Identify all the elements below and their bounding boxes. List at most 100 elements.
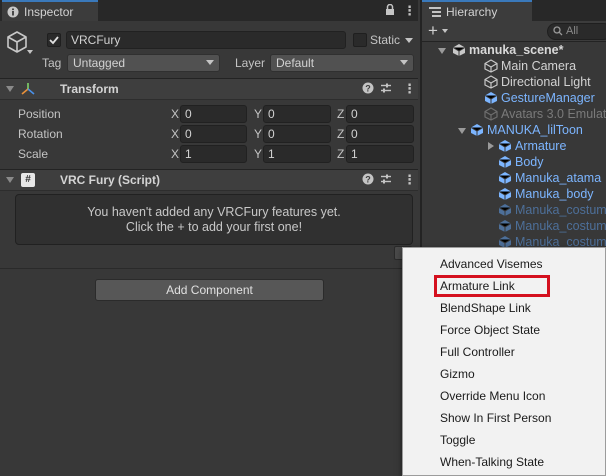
active-checkbox[interactable]: [47, 33, 61, 47]
hierarchy-item-label: Avatars 3.0 Emulat: [501, 107, 606, 121]
object-name-field[interactable]: VRCFury: [66, 31, 346, 49]
menu-item-when-talking-state[interactable]: When-Talking State: [440, 452, 544, 472]
inspector-tabbar: Inspector ⋮: [0, 0, 418, 21]
transform-title: Transform: [60, 82, 119, 96]
component-menu-icon[interactable]: ⋮: [403, 81, 416, 97]
presets-icon[interactable]: [380, 173, 392, 188]
axis-x-label: X: [171, 127, 180, 141]
hierarchy-item[interactable]: Armature: [488, 138, 566, 154]
position-y-field[interactable]: 0: [263, 105, 331, 123]
position-z-field[interactable]: 0: [346, 105, 414, 123]
hierarchy-item-label: Body: [515, 155, 544, 169]
scale-x-field[interactable]: 1: [180, 145, 247, 163]
static-dropdown-caret[interactable]: [405, 38, 413, 43]
tag-dropdown[interactable]: Untagged: [67, 54, 220, 72]
layer-dropdown[interactable]: Default: [270, 54, 414, 72]
hierarchy-item-label: Directional Light: [501, 75, 591, 89]
hierarchy-item[interactable]: manuka_scene*: [438, 42, 564, 61]
expand-arrow-icon[interactable]: [458, 128, 466, 134]
static-label: Static: [370, 33, 401, 47]
hierarchy-item[interactable]: Directional Light: [484, 74, 591, 90]
menu-item-show-in-first-person[interactable]: Show In First Person: [440, 408, 551, 428]
chevron-down-icon: [206, 60, 214, 65]
chevron-down-icon[interactable]: [442, 29, 448, 33]
gameobject-icon: [6, 30, 28, 57]
transform-header[interactable]: Transform ? ⋮: [0, 78, 418, 100]
menu-item-armature-link[interactable]: Armature Link: [440, 276, 515, 296]
hierarchy-item-label: Manuka_body: [515, 187, 594, 201]
script-icon: #: [21, 173, 35, 187]
hierarchy-item-label: GestureManager: [501, 91, 595, 105]
foldout-icon[interactable]: [6, 86, 14, 92]
vrcfury-title: VRC Fury (Script): [60, 173, 161, 187]
search-placeholder: All: [566, 25, 579, 37]
unity-scene-icon: [452, 43, 466, 61]
position-x-field[interactable]: 0: [180, 105, 247, 123]
menu-item-force-object-state[interactable]: Force Object State: [440, 320, 540, 340]
create-plus-icon[interactable]: +: [428, 21, 438, 41]
foldout-icon[interactable]: [6, 177, 14, 183]
menu-item-full-controller[interactable]: Full Controller: [440, 342, 515, 362]
tab-inspector[interactable]: Inspector: [2, 0, 98, 21]
axis-z-label: Z: [337, 107, 345, 121]
inspector-panel: Inspector ⋮ VRCFury Static Tag Untagged …: [0, 0, 418, 476]
svg-text:?: ?: [365, 83, 371, 93]
tab-inspector-label: Inspector: [24, 4, 74, 19]
menu-item-override-menu-icon[interactable]: Override Menu Icon: [440, 386, 545, 406]
hierarchy-item[interactable]: Body: [498, 154, 544, 170]
axis-z-label: Z: [337, 127, 345, 141]
vrcfury-header[interactable]: # VRC Fury (Script) ? ⋮: [0, 169, 418, 191]
more-menu-icon[interactable]: ⋮: [403, 3, 416, 19]
message-line-2: Click the + to add your first one!: [125, 220, 303, 234]
menu-item-advanced-visemes[interactable]: Advanced Visemes: [440, 254, 543, 274]
layer-value: Default: [276, 56, 315, 70]
search-icon: [553, 26, 563, 41]
add-feature-menu: Advanced Visemes Armature Link BlendShape …: [402, 247, 606, 476]
menu-item-toggle[interactable]: Toggle: [440, 430, 475, 450]
transform-icon: [21, 82, 35, 99]
hierarchy-item-label: MANUKA_lilToon: [487, 123, 583, 137]
hierarchy-search-input[interactable]: All: [547, 23, 606, 40]
help-icon[interactable]: ?: [362, 173, 374, 188]
menu-item-gizmo[interactable]: Gizmo: [440, 364, 475, 384]
layer-label: Layer: [235, 56, 266, 70]
hierarchy-tabbar: Hierarchy: [422, 0, 606, 21]
rotation-z-field[interactable]: 0: [346, 125, 414, 143]
divider: [0, 268, 418, 269]
rotation-x-field[interactable]: 0: [180, 125, 247, 143]
expand-arrow-icon[interactable]: [438, 48, 446, 54]
icon-dropdown-caret[interactable]: [27, 50, 33, 54]
hierarchy-item[interactable]: Manuka_costum: [498, 218, 606, 234]
tab-hierarchy[interactable]: Hierarchy: [422, 0, 532, 21]
info-icon: [6, 5, 20, 19]
hierarchy-item[interactable]: Manuka_body: [498, 186, 594, 202]
position-label: Position: [18, 107, 61, 121]
hierarchy-item-label: Manuka_costum: [515, 203, 606, 217]
hierarchy-item[interactable]: Manuka_atama: [498, 170, 601, 186]
help-icon[interactable]: ?: [362, 82, 374, 97]
axis-x-label: X: [171, 107, 180, 121]
lock-icon[interactable]: [385, 3, 395, 19]
add-component-button[interactable]: Add Component: [95, 279, 324, 301]
scale-y-field[interactable]: 1: [263, 145, 331, 163]
component-menu-icon[interactable]: ⋮: [403, 172, 416, 188]
hierarchy-item[interactable]: MANUKA_lilToon: [458, 122, 583, 141]
hierarchy-item-label: Manuka_costum: [515, 219, 606, 233]
hierarchy-item[interactable]: Manuka_costum: [498, 202, 606, 218]
axis-y-label: Y: [254, 147, 263, 161]
scale-label: Scale: [18, 147, 49, 161]
rotation-y-field[interactable]: 0: [263, 125, 331, 143]
presets-icon[interactable]: [380, 82, 392, 97]
svg-text:?: ?: [365, 174, 371, 184]
hierarchy-item[interactable]: Avatars 3.0 Emulat: [484, 106, 606, 122]
collapse-arrow-icon[interactable]: [488, 142, 494, 150]
hierarchy-item[interactable]: Main Camera: [484, 58, 576, 74]
axis-y-label: Y: [254, 107, 263, 121]
static-checkbox[interactable]: [353, 33, 367, 47]
prefab-cube-icon: [470, 123, 484, 141]
hierarchy-item[interactable]: GestureManager: [484, 90, 595, 106]
chevron-down-icon: [400, 60, 408, 65]
menu-item-blendshape-link[interactable]: BlendShape Link: [440, 298, 531, 318]
scale-z-field[interactable]: 1: [346, 145, 414, 163]
hierarchy-item-label: manuka_scene*: [469, 43, 564, 57]
